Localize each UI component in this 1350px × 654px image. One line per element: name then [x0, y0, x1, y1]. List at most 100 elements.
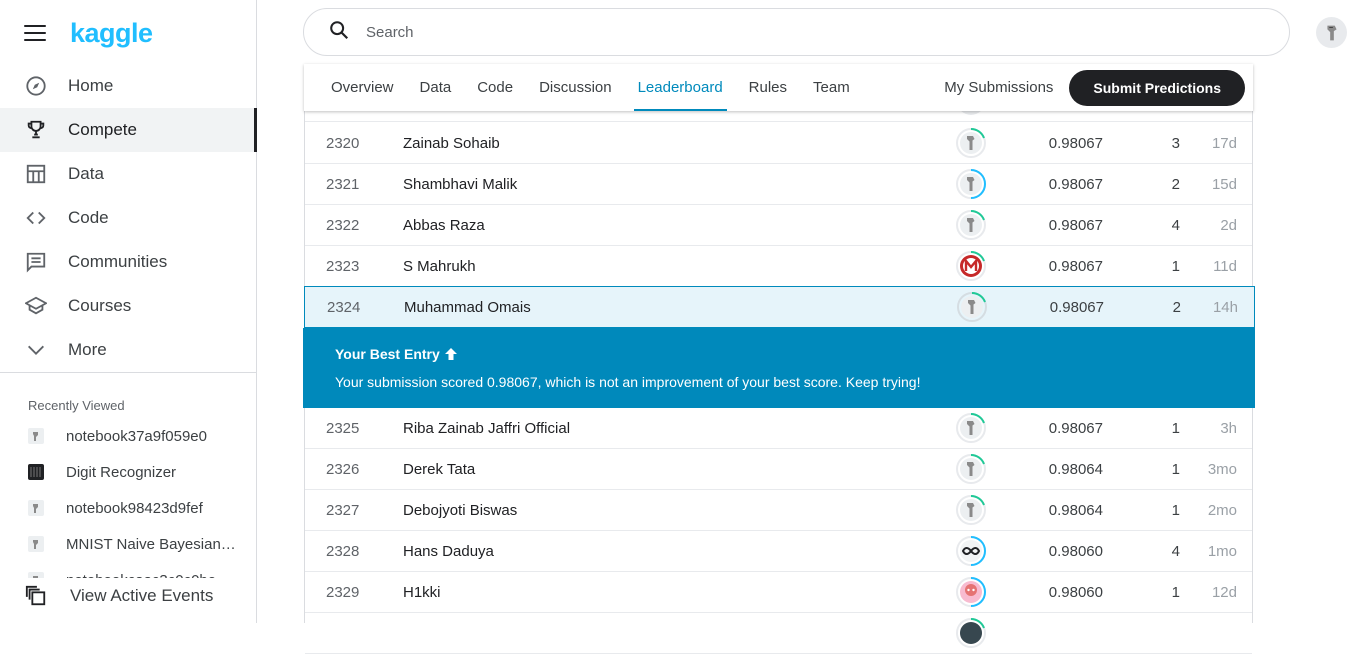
tab-leaderboard[interactable]: Leaderboard	[633, 64, 727, 111]
search-bar[interactable]	[303, 8, 1290, 56]
score: 0.98067	[1048, 216, 1103, 234]
rank: 2326	[326, 460, 360, 478]
table-row[interactable]: 2328 Hans Daduya 0.98060 4 1mo	[305, 531, 1252, 572]
search-input[interactable]	[366, 23, 1166, 41]
my-entry-row[interactable]: 2324 Muhammad Omais 0.98067 2 14h	[304, 286, 1255, 328]
arrow-up-icon	[444, 347, 458, 361]
user-avatar[interactable]	[955, 412, 987, 444]
user-avatar[interactable]	[1316, 17, 1347, 48]
team-name[interactable]: Zainab Sohaib	[403, 135, 500, 152]
table-row[interactable]: 2322 Abbas Raza 0.98067 4 2d	[305, 205, 1252, 246]
nav-label: Compete	[68, 120, 137, 139]
user-avatar[interactable]	[955, 535, 987, 567]
entries: 2	[1172, 298, 1181, 316]
view-active-events-link[interactable]: View Active Events	[24, 584, 213, 608]
last-submission: 1mo	[1207, 542, 1237, 560]
table-row[interactable]: 2320 Zainab Sohaib 0.98067 3 17d	[305, 123, 1252, 164]
table-row[interactable]: 2321 Shambhavi Malik 0.98067 2 15d	[305, 164, 1252, 205]
table-row[interactable]: 2327 Debojyoti Biswas 0.98064 1 2mo	[305, 490, 1252, 531]
table-row[interactable]: 2325 Riba Zainab Jaffri Official 0.98067…	[305, 408, 1252, 449]
recent-item-label: MNIST Naive Bayesian ...	[66, 535, 236, 553]
nav-label: Communities	[68, 252, 168, 271]
recent-item[interactable]: MNIST Naive Bayesian ...	[0, 526, 256, 562]
competition-tabs: Overview Data Code Discussion Leaderboar…	[304, 64, 1253, 111]
recent-item[interactable]: notebookcaac3c0c0be	[0, 562, 256, 578]
table-row[interactable]: 2323 S Mahrukh 0.98067 1 11d	[305, 246, 1252, 287]
nav-label: Data	[68, 164, 104, 183]
tab-rules[interactable]: Rules	[745, 64, 791, 111]
user-avatar[interactable]	[955, 250, 987, 282]
library-icon	[24, 584, 48, 608]
score: 0.98067	[1049, 298, 1104, 316]
entries: 1	[1171, 501, 1180, 519]
rank: 2323	[326, 257, 360, 275]
user-avatar	[956, 618, 986, 648]
recent-item-label: notebookcaac3c0c0be	[66, 572, 216, 579]
tab-discussion[interactable]: Discussion	[535, 64, 616, 111]
sidebar: kaggle Home Compete Data Code Communitie…	[0, 0, 257, 623]
rank: 2328	[326, 542, 360, 560]
nav-item-more[interactable]: More	[0, 328, 256, 372]
nav-item-code[interactable]: Code	[0, 196, 256, 240]
user-avatar[interactable]	[955, 453, 987, 485]
user-avatar[interactable]	[955, 494, 987, 526]
score: 0.98064	[1048, 460, 1103, 478]
last-submission: 15d	[1211, 175, 1237, 193]
nav-item-home[interactable]: Home	[0, 64, 256, 108]
recently-viewed-list: notebook37a9f059e0 Digit Recognizer note…	[0, 418, 256, 578]
submit-predictions-button[interactable]: Submit Predictions	[1069, 69, 1245, 106]
kaggle-logo[interactable]: kaggle	[70, 18, 153, 49]
team-name[interactable]: Derek Tata	[403, 461, 475, 478]
team-name[interactable]: Debojyoti Biswas	[403, 502, 517, 519]
team-name[interactable]: Muhammad Omais	[404, 299, 531, 316]
recent-item-label: notebook98423d9fef	[66, 499, 203, 517]
score: 0.98067	[1048, 419, 1103, 437]
rank: 2321	[326, 175, 360, 193]
last-submission: 11d	[1213, 257, 1237, 275]
nav-item-compete[interactable]: Compete	[0, 108, 257, 152]
view-active-events-label: View Active Events	[70, 586, 214, 605]
user-avatar[interactable]	[955, 576, 987, 608]
team-name[interactable]: Abbas Raza	[403, 217, 485, 234]
nav-item-communities[interactable]: Communities	[0, 240, 256, 284]
rank: 2325	[326, 419, 360, 437]
tab-data[interactable]: Data	[416, 64, 456, 111]
recent-item[interactable]: notebook98423d9fef	[0, 490, 256, 526]
rank: 2327	[326, 501, 360, 519]
table-row[interactable]: 2326 Derek Tata 0.98064 1 3mo	[305, 449, 1252, 490]
notebook-thumbnail-icon	[28, 536, 44, 552]
rank: 2329	[326, 583, 360, 601]
menu-icon[interactable]	[24, 25, 46, 41]
tab-code[interactable]: Code	[473, 64, 517, 111]
divider	[0, 372, 256, 373]
last-submission: 2d	[1220, 216, 1237, 234]
user-avatar[interactable]	[955, 127, 987, 159]
nav-item-courses[interactable]: Courses	[0, 284, 256, 328]
nav-item-data[interactable]: Data	[0, 152, 256, 196]
entries: 1	[1171, 419, 1180, 437]
table-row[interactable]	[305, 613, 1252, 654]
team-name[interactable]: Hans Daduya	[403, 543, 494, 560]
user-avatar[interactable]	[955, 168, 987, 200]
entries: 1	[1171, 460, 1180, 478]
user-avatar[interactable]	[956, 291, 988, 323]
team-name[interactable]: Shambhavi Malik	[403, 176, 517, 193]
score: 0.98060	[1048, 542, 1103, 560]
tab-overview[interactable]: Overview	[327, 64, 398, 111]
nav-label: More	[68, 340, 107, 359]
entries: 2	[1171, 175, 1180, 193]
notebook-thumbnail-icon	[28, 500, 44, 516]
recent-item-label: notebook37a9f059e0	[66, 427, 207, 445]
entries: 4	[1171, 216, 1180, 234]
recent-item[interactable]: notebook37a9f059e0	[0, 418, 256, 454]
tab-team[interactable]: Team	[809, 64, 854, 111]
team-name[interactable]: H1kki	[403, 584, 441, 601]
team-name[interactable]: Riba Zainab Jaffri Official	[403, 420, 570, 437]
table-row[interactable]: 2329 H1kki 0.98060 1 12d	[305, 572, 1252, 613]
recent-item[interactable]: Digit Recognizer	[0, 454, 256, 490]
team-name[interactable]: S Mahrukh	[403, 258, 476, 275]
comment-icon	[24, 250, 48, 274]
entries: 4	[1171, 542, 1180, 560]
my-submissions-link[interactable]: My Submissions	[944, 79, 1053, 96]
user-avatar[interactable]	[955, 209, 987, 241]
